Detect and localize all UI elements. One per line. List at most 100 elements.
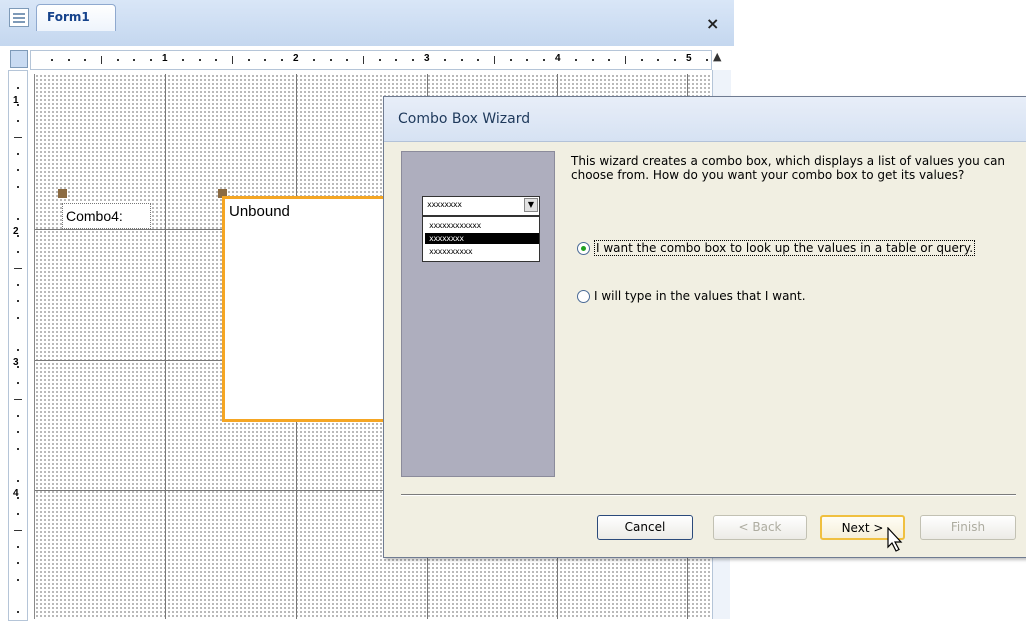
illustration-list-item: xxxxxxxxxx <box>429 247 473 256</box>
ruler-dot <box>116 59 119 61</box>
ruler-number: 4 <box>555 53 561 64</box>
ruler-dot <box>477 59 480 61</box>
ruler-dot <box>84 59 87 61</box>
ruler-dot <box>17 431 19 434</box>
ruler-dot <box>673 59 676 61</box>
combo-box-wizard-dialog: Combo Box Wizard xxxxxxxx ▼ xxxxxxxxxxxx… <box>383 96 1026 558</box>
ruler-dot <box>264 59 267 61</box>
ruler-dot <box>706 59 709 61</box>
wizard-intro-text: This wizard creates a combo box, which d… <box>571 154 1006 182</box>
ruler-number: 3 <box>13 357 19 368</box>
ruler-dot <box>395 59 398 61</box>
ruler-dot <box>17 349 19 352</box>
radio-dot <box>581 246 586 251</box>
ruler-number: 2 <box>293 53 299 64</box>
document-tab-form1[interactable]: Form1 <box>36 4 116 31</box>
ruler-half-tick <box>362 56 364 64</box>
ruler-dot <box>526 59 529 61</box>
ruler-half-tick <box>100 56 102 64</box>
ruler-dot <box>640 59 643 61</box>
ruler-dot <box>17 152 19 155</box>
ruler-dot <box>17 316 19 319</box>
ruler-dot <box>17 480 19 483</box>
horizontal-ruler[interactable]: 1 2 3 4 5 <box>30 50 712 70</box>
ruler-half-tick <box>493 56 495 64</box>
ruler-dot <box>509 59 512 61</box>
ruler-half-tick <box>14 398 22 400</box>
ruler-dot <box>247 59 250 61</box>
ruler-dot <box>378 59 381 61</box>
wizard-divider <box>401 494 1016 496</box>
ruler-dot <box>17 447 19 450</box>
label-move-handle[interactable] <box>58 189 67 198</box>
illustration-combo-value: xxxxxxxx <box>427 200 462 209</box>
ruler-dot <box>17 218 19 221</box>
ruler-half-tick <box>14 136 22 138</box>
ruler-dot <box>17 251 19 254</box>
ruler-number: 3 <box>424 53 430 64</box>
ruler-half-tick <box>14 529 22 531</box>
ruler-dot <box>133 59 136 61</box>
ruler-half-tick <box>231 56 233 64</box>
illustration-combo-box: xxxxxxxx ▼ <box>422 196 540 216</box>
ruler-dot <box>51 59 54 61</box>
combo-control-text: Unbound <box>229 203 290 220</box>
option-type-label: I will type in the values that I want. <box>594 289 806 303</box>
ruler-dot <box>444 59 447 61</box>
ruler-number: 1 <box>13 95 19 106</box>
radio-button[interactable] <box>577 290 590 303</box>
ruler-dot <box>17 562 19 565</box>
cancel-button[interactable]: Cancel <box>597 515 693 540</box>
document-tab-bar: Form1 × <box>0 0 734 46</box>
combo-label-control[interactable]: Combo4: <box>62 203 151 229</box>
background-area <box>730 557 1026 619</box>
ruler-number: 4 <box>13 488 19 499</box>
ruler-dot <box>17 611 19 614</box>
ruler-dot <box>575 59 578 61</box>
ruler-dot <box>591 59 594 61</box>
ruler-dot <box>280 59 283 61</box>
wizard-title: Combo Box Wizard <box>398 111 531 127</box>
document-tab-label: Form1 <box>47 10 90 24</box>
ruler-dot <box>313 59 316 61</box>
ruler-dot <box>17 382 19 385</box>
ruler-number: 5 <box>686 53 692 64</box>
ruler-dot <box>198 59 201 61</box>
ruler-number: 1 <box>162 53 168 64</box>
ruler-number: 2 <box>13 226 19 237</box>
ruler-dot <box>608 59 611 61</box>
ruler-dot <box>460 59 463 61</box>
ruler-dot <box>17 283 19 286</box>
ruler-dot <box>329 59 332 61</box>
ruler-dot <box>17 545 19 548</box>
finish-button[interactable]: Finish <box>920 515 1016 540</box>
mouse-cursor-icon <box>887 527 903 552</box>
ruler-dot <box>17 513 19 516</box>
ruler-dot <box>17 414 19 417</box>
vertical-ruler[interactable]: 1 2 3 4 <box>8 70 28 621</box>
ruler-dot <box>67 59 70 61</box>
radio-button-checked[interactable] <box>577 242 590 255</box>
ruler-dot <box>17 185 19 188</box>
grid-line <box>165 74 166 619</box>
ruler-dot <box>215 59 218 61</box>
combo-label-text: Combo4: <box>66 208 123 224</box>
form-selector-box[interactable] <box>10 50 28 68</box>
illustration-list-item: xxxxxxxxxxxx <box>429 221 481 230</box>
ruler-dot <box>17 120 19 123</box>
ruler-dot <box>17 87 19 90</box>
ruler-dot <box>149 59 152 61</box>
back-button[interactable]: < Back <box>713 515 807 540</box>
form-icon <box>9 8 29 27</box>
ruler-half-tick <box>14 267 22 269</box>
close-icon[interactable]: × <box>706 14 719 33</box>
wizard-title-bar[interactable]: Combo Box Wizard <box>384 97 1026 142</box>
chevron-down-icon: ▼ <box>524 198 538 212</box>
wizard-illustration-panel: xxxxxxxx ▼ xxxxxxxxxxxx xxxxxxxx xxxxxxx… <box>401 151 555 477</box>
ruler-dot <box>411 59 414 61</box>
ruler-dot <box>182 59 185 61</box>
combo-box-control[interactable]: Unbound <box>222 196 397 422</box>
illustration-list: xxxxxxxxxxxx xxxxxxxx xxxxxxxxxx <box>422 216 540 262</box>
ruler-dot <box>17 300 19 303</box>
scroll-up-arrow-icon[interactable]: ▲ <box>713 50 721 63</box>
